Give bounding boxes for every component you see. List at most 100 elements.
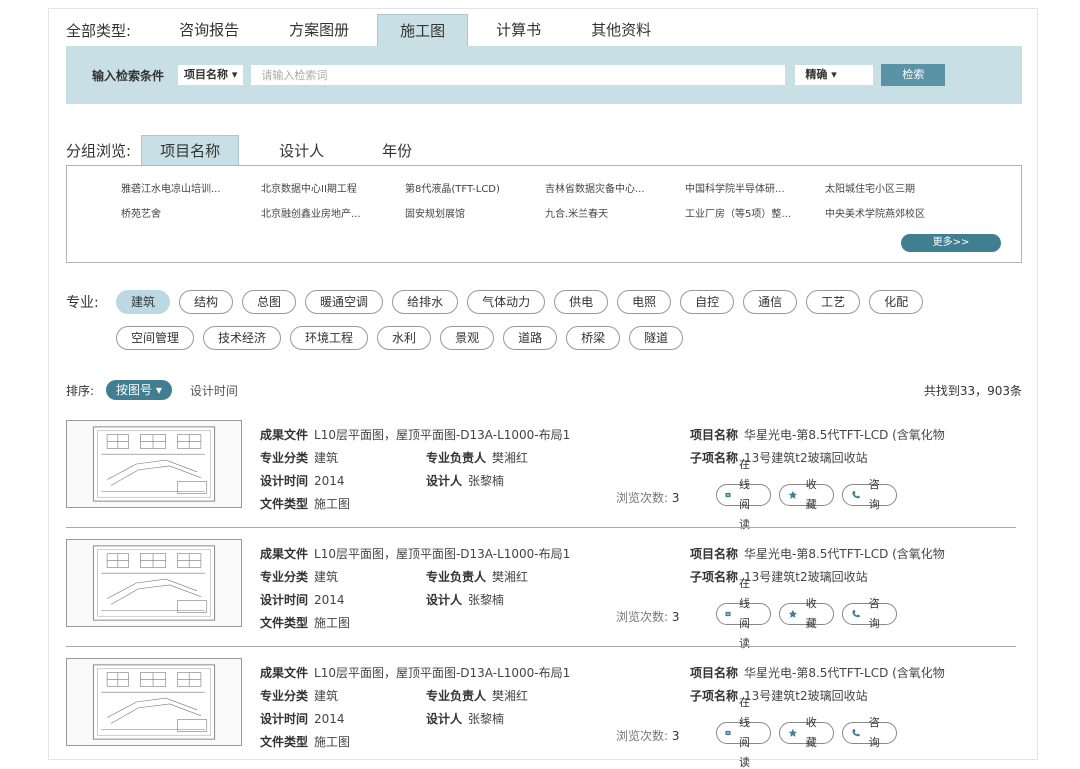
leader-value: 樊湘红 [492,570,529,584]
tab-project-name[interactable]: 项目名称 [141,135,240,166]
leader-key: 专业负责人 [426,570,487,584]
file-type-line: 文件类型 施工图 [260,733,350,750]
result-file[interactable]: L10层平面图，屋顶平面图-D13A-L1000-布局1 [314,666,570,680]
leader-value: 樊湘红 [492,451,529,465]
read-online-button[interactable]: 在线阅读 [716,577,771,650]
result-file-key: 成果文件 [260,666,309,680]
view-count-label: 浏览次数: [616,729,669,743]
drawing-thumbnail[interactable] [66,658,242,746]
group-item[interactable]: 中国科学院半导体研... [685,180,825,195]
specialty-pill[interactable]: 暖通空调 [305,290,384,314]
specialty-pill[interactable]: 通信 [743,290,798,314]
tab-other[interactable]: 其他资料 [569,14,673,46]
consult-button[interactable]: 咨询 [842,716,897,749]
collect-button[interactable]: 收藏 [779,478,834,511]
field-select[interactable]: 项目名称 ▾ [178,65,244,85]
group-item[interactable]: 北京融创鑫业房地产... [261,205,405,220]
specialty-pill[interactable]: 气体动力 [467,290,546,314]
specialty-pill[interactable]: 桥梁 [566,326,621,350]
group-item[interactable]: 中央美术学院燕郊校区 [825,205,965,220]
collect-button[interactable]: 收藏 [779,716,834,749]
tab-calculation[interactable]: 计算书 [474,14,563,46]
view-count-value: 3 [671,491,680,505]
specialty-pill[interactable]: 环境工程 [290,326,369,350]
result-file[interactable]: L10层平面图，屋顶平面图-D13A-L1000-布局1 [314,547,570,561]
tab-year[interactable]: 年份 [364,136,430,166]
result-file-key: 成果文件 [260,428,309,442]
specialty-pill[interactable]: 结构 [179,290,234,314]
sort-by-number-button[interactable]: 按图号 ▾ [106,380,172,400]
group-item[interactable]: 吉林省数据灾备中心... [545,180,685,195]
consult-button[interactable]: 咨询 [842,478,897,511]
group-list-box: 雅砻江水电凉山培训... 北京数据中心II期工程 第8代液晶(TFT-LCD) … [66,165,1022,263]
specialty-pill[interactable]: 自控 [680,290,735,314]
tab-designer[interactable]: 设计人 [261,136,342,166]
specialty-key: 专业分类 [260,570,309,584]
view-count: 浏览次数: 3 [616,608,680,625]
group-item[interactable]: 工业厂房（等5项）整... [685,205,825,220]
specialty-pill[interactable]: 建筑 [116,290,171,314]
specialty-pill[interactable]: 技术经济 [203,326,282,350]
match-mode-select[interactable]: 精确 ▾ [795,65,874,85]
group-item[interactable]: 固安规划展馆 [405,205,545,220]
specialty-pill[interactable]: 道路 [503,326,558,350]
subitem-key: 子项名称 [690,451,739,465]
group-item[interactable]: 北京数据中心II期工程 [261,180,405,195]
consult-button[interactable]: 咨询 [842,597,897,630]
file-type-line: 文件类型 施工图 [260,614,350,631]
project-value: 华星光电-第8.5代TFT-LCD (含氧化物 [744,666,945,680]
specialty-pill[interactable]: 电照 [617,290,672,314]
tab-consult-report[interactable]: 咨询报告 [157,14,261,46]
drawing-thumbnail[interactable] [66,420,242,508]
specialty-pill[interactable]: 化配 [869,290,924,314]
group-item[interactable]: 第8代液晶(TFT-LCD) [405,180,545,195]
specialty-pill[interactable]: 空间管理 [116,326,195,350]
design-time-key: 设计时间 [260,593,309,607]
group-item[interactable]: 九合.米兰春天 [545,205,685,220]
design-time-line: 设计时间 2014 [260,591,345,608]
designer-value: 张黎楠 [468,474,505,488]
tab-construction-drawing[interactable]: 施工图 [377,14,469,46]
specialty-pill[interactable]: 工艺 [806,290,861,314]
type-label: 全部类型: [66,21,132,40]
result-file[interactable]: L10层平面图，屋顶平面图-D13A-L1000-布局1 [314,428,570,442]
read-online-button[interactable]: 在线阅读 [716,696,771,769]
star-icon [788,728,798,737]
specialty-key: 专业分类 [260,689,309,703]
specialty-pill[interactable]: 水利 [377,326,432,350]
group-item[interactable]: 太阳城住宅小区三期 [825,180,965,195]
result-item: 成果文件 L10层平面图，屋顶平面图-D13A-L1000-布局1 专业分类 建筑 … [66,410,1016,531]
document-icon [725,730,731,736]
sort-by-time-button[interactable]: 设计时间 [190,382,238,399]
group-item[interactable]: 桥苑艺舍 [121,205,261,220]
search-button[interactable]: 检索 [881,64,946,86]
search-input[interactable] [251,65,786,85]
group-item[interactable]: 雅砻江水电凉山培训... [121,180,261,195]
specialty-pill[interactable]: 隧道 [629,326,684,350]
project-line: 项目名称 华星光电-第8.5代TFT-LCD (含氧化物 [690,545,945,562]
drawing-thumbnail[interactable] [66,539,242,627]
result-actions: 在线阅读 收藏 咨询 [716,458,905,531]
project-key: 项目名称 [690,428,739,442]
specialty-pill[interactable]: 供电 [554,290,609,314]
file-type-value: 施工图 [314,616,351,630]
designer-value: 张黎楠 [468,593,505,607]
specialty-pill[interactable]: 总图 [242,290,297,314]
collect-button[interactable]: 收藏 [779,597,834,630]
design-time-key: 设计时间 [260,474,309,488]
more-button[interactable]: 更多>> [901,234,1001,252]
tab-scheme-album[interactable]: 方案图册 [267,14,371,46]
phone-icon [852,491,860,499]
leader-value: 樊湘红 [492,689,529,703]
specialty-line: 专业分类 建筑 [260,449,338,466]
result-item: 成果文件 L10层平面图，屋顶平面图-D13A-L1000-布局1 专业分类 建筑 … [66,648,1016,769]
result-file-line: 成果文件 L10层平面图，屋顶平面图-D13A-L1000-布局1 [260,545,570,562]
specialty-line: 专业分类 建筑 [260,568,338,585]
collect-label: 收藏 [805,478,817,511]
consult-label: 咨询 [868,716,880,749]
view-count-value: 3 [671,610,680,624]
specialty-pill[interactable]: 景观 [440,326,495,350]
result-file-line: 成果文件 L10层平面图，屋顶平面图-D13A-L1000-布局1 [260,664,570,681]
read-online-button[interactable]: 在线阅读 [716,458,771,531]
specialty-pill[interactable]: 给排水 [392,290,459,314]
